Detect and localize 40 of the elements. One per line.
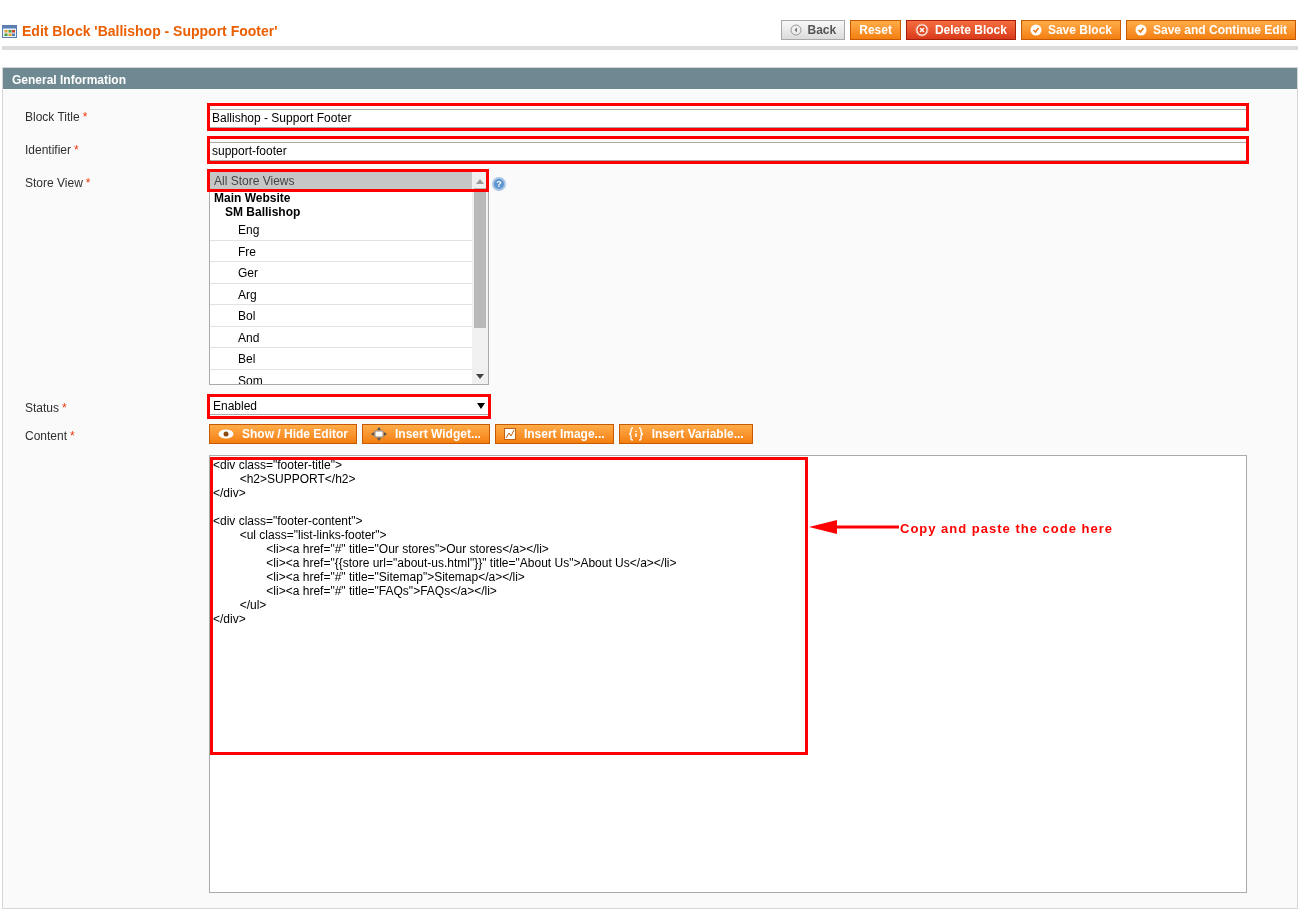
section-header: General Information [3,68,1297,89]
scrollbar[interactable] [472,172,488,384]
required-mark: * [74,143,79,157]
annotation-text: Copy and paste the code here [900,520,1113,538]
text-field[interactable]: support-footer [209,141,1247,161]
page-title: Edit Block 'Ballishop - Support Footer' [22,22,278,41]
back-icon [789,23,802,36]
text-field[interactable]: Ballishop - Support Footer [209,108,1247,128]
listbox-option[interactable]: Ger [210,262,472,284]
listbox-option[interactable]: Arg [210,283,472,305]
image-icon [503,428,516,440]
listbox-option[interactable]: Eng [210,219,472,241]
required-mark: * [82,110,88,124]
eye-icon [218,429,234,439]
checkmark-icon [1135,23,1147,36]
action-button[interactable]: Back [780,19,846,40]
required-mark: * [85,176,91,190]
required-mark: * [70,429,75,443]
required-mark: * [62,401,67,415]
field-label: Identifier [25,143,72,157]
listbox-option[interactable]: Main Website [210,191,472,205]
scroll-down-icon [476,374,484,379]
listbox-option[interactable]: SM Ballishop [210,205,472,219]
braces-icon [627,427,644,441]
listbox-option[interactable]: Bel [210,348,472,370]
widget-icon [371,427,387,441]
field-label: Status [25,401,60,415]
checkmark-icon [1029,23,1042,36]
listbox-option[interactable]: Bol [210,305,472,327]
scroll-up-icon [476,179,484,184]
listbox-option[interactable]: And [210,326,472,348]
grid-icon [2,25,17,38]
close-icon [914,22,929,37]
action-button[interactable]: Delete Block [905,19,1016,40]
store-view-listbox[interactable]: All Store Views Main Website SM Ballishop Eng Fre Ger Arg Bol And Bel Som [209,171,489,385]
field-label: Block Title [25,110,80,124]
field-label: Content [25,429,68,443]
caret-icon [477,402,485,409]
listbox-option[interactable]: Fre [210,240,472,262]
field-label: Store View [25,176,83,190]
